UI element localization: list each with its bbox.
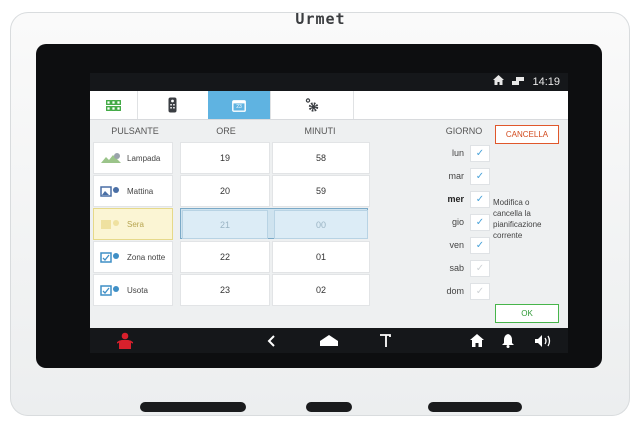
volume-button[interactable]	[530, 328, 558, 353]
day-row-sab: sab ✓	[430, 259, 490, 277]
bell-button[interactable]	[496, 328, 520, 353]
day-checkbox-dom[interactable]: ✓	[470, 282, 490, 300]
day-checkbox-mar[interactable]: ✓	[470, 167, 490, 185]
header-day: GIORNO	[445, 126, 483, 136]
day-checkbox-gio[interactable]: ✓	[470, 213, 490, 231]
day-checkbox-sab[interactable]: ✓	[470, 259, 490, 277]
brand-logo: Urmet	[295, 10, 346, 28]
scenario-button-zona-notte[interactable]: Zona notte	[93, 241, 173, 273]
alarm-person-icon	[117, 332, 133, 349]
calendar-day: 23	[236, 103, 242, 110]
day-checkbox-ven[interactable]: ✓	[470, 236, 490, 254]
day-label: lun	[451, 148, 464, 158]
day-row-mer: mer ✓	[430, 190, 490, 208]
microphone-slot	[306, 402, 352, 412]
scenario-label: Lampada	[127, 153, 161, 163]
scenario-button-lampada[interactable]: Lampada	[93, 142, 173, 174]
day-row-ven: ven ✓	[430, 236, 490, 254]
scenario-label: Usota	[127, 285, 148, 295]
bell-icon	[502, 333, 514, 348]
house-icon	[470, 334, 484, 347]
lamp-scenario-icon	[101, 153, 121, 163]
door-icon	[380, 333, 391, 347]
volume-icon	[535, 334, 551, 347]
alarm-button[interactable]	[110, 328, 140, 353]
home-button[interactable]	[314, 328, 344, 353]
remote-icon	[168, 97, 177, 113]
scenario-label: Zona notte	[127, 252, 166, 262]
scenario-label: Sera	[127, 219, 144, 229]
back-icon	[267, 334, 275, 347]
house-button[interactable]	[464, 328, 490, 353]
morning-scenario-icon	[100, 186, 119, 197]
network-icon	[512, 76, 525, 88]
minute-cell-selected[interactable]: 00	[274, 210, 368, 239]
day-row-dom: dom ✓	[430, 282, 490, 300]
minute-cell[interactable]: 58	[272, 142, 370, 174]
header-minutes: MINUTI	[304, 126, 336, 136]
hour-cell[interactable]: 23	[180, 274, 270, 306]
bottom-navigation-bar	[90, 328, 568, 353]
hour-cell[interactable]: 22	[180, 241, 270, 273]
header-button: PULSANTE	[111, 126, 159, 136]
day-label: ven	[449, 240, 464, 250]
tab-calendar[interactable]: 23	[208, 91, 271, 119]
clock-time: 14:19	[532, 75, 560, 88]
speaker-slot-right	[428, 402, 522, 412]
tab-grid[interactable]	[90, 91, 138, 119]
day-row-lun: lun ✓	[430, 144, 490, 162]
cancel-button[interactable]: CANCELLA	[495, 125, 559, 144]
day-row-mar: mar ✓	[430, 167, 490, 185]
exit-scenario-icon	[100, 285, 119, 296]
day-checkbox-mer[interactable]: ✓	[470, 190, 490, 208]
scenario-label: Mattina	[127, 186, 154, 196]
day-row-gio: gio ✓	[430, 213, 490, 231]
gear-icon	[305, 98, 318, 112]
minute-cell[interactable]: 02	[272, 274, 370, 306]
tab-remote[interactable]	[137, 91, 209, 119]
screen: 14:19 23 PULSANTE ORE MINUTI GIORNO Lamp…	[90, 73, 568, 353]
day-label: sab	[449, 263, 464, 273]
status-bar: 14:19	[90, 73, 568, 91]
day-label: gio	[451, 217, 464, 227]
evening-scenario-icon	[101, 220, 119, 229]
hour-cell[interactable]: 19	[180, 142, 270, 174]
night-zone-scenario-icon	[100, 252, 119, 263]
day-label: mer	[447, 194, 464, 204]
day-checkbox-lun[interactable]: ✓	[470, 144, 490, 162]
info-text: Modifica o cancella la pianificazione co…	[493, 198, 542, 240]
back-button[interactable]	[258, 328, 284, 353]
hour-cell-selected[interactable]: 21	[182, 210, 268, 239]
tab-bar: 23	[90, 91, 568, 120]
calendar-icon: 23	[232, 99, 246, 112]
ok-button[interactable]: OK	[495, 304, 559, 323]
home-shape-icon	[320, 335, 338, 346]
day-label: mar	[448, 171, 465, 181]
tab-settings[interactable]	[270, 91, 354, 119]
grid-icon	[106, 99, 121, 111]
hour-cell[interactable]: 20	[180, 175, 270, 207]
minute-cell[interactable]: 59	[272, 175, 370, 207]
scenario-button-usota[interactable]: Usota	[93, 274, 173, 306]
header-hours: ORE	[216, 126, 236, 136]
minute-cell[interactable]: 01	[272, 241, 370, 273]
scenario-button-mattina[interactable]: Mattina	[93, 175, 173, 207]
home-icon	[493, 75, 505, 88]
scenario-button-sera[interactable]: Sera	[93, 208, 173, 240]
door-button[interactable]	[372, 328, 398, 353]
day-label: dom	[446, 286, 464, 296]
speaker-slot-left	[140, 402, 246, 412]
